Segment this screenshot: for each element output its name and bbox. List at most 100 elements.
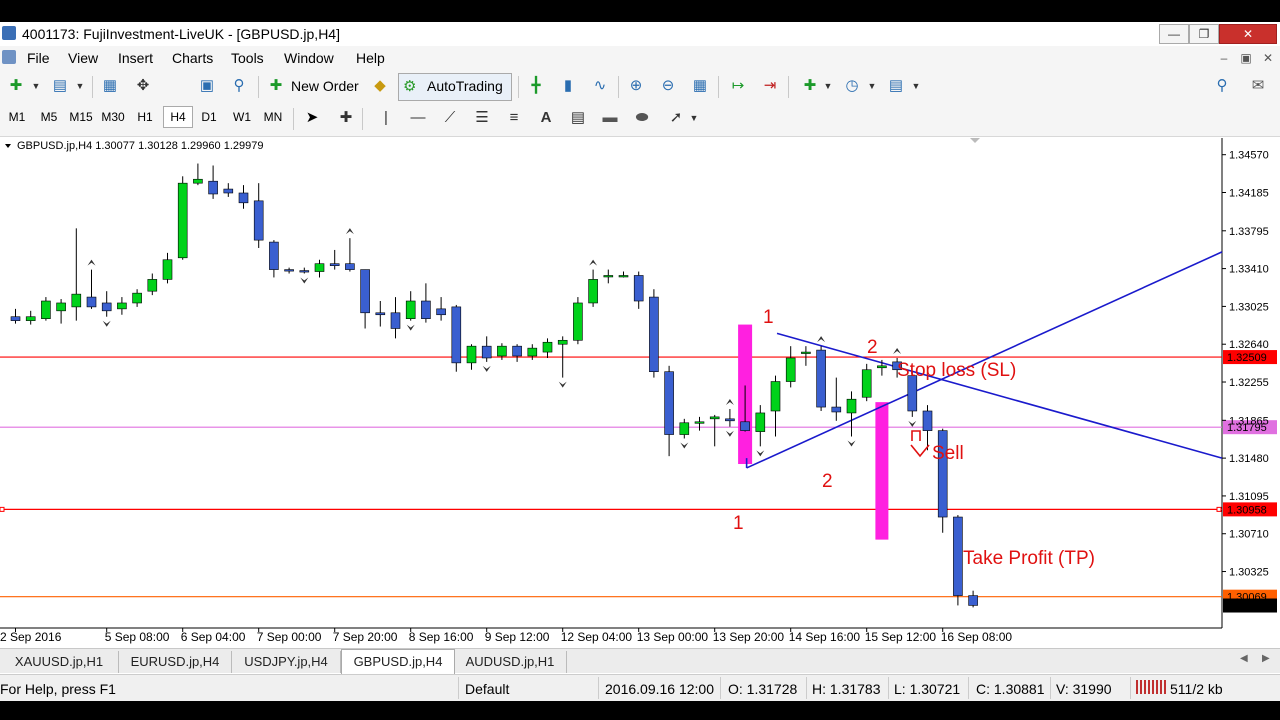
price-chart[interactable]: 1.325091.317951.309581.30069 1.345701.34… [0,138,1280,646]
timeframes-toolbar: M1 M5 M15 M30 H1 H4 D1 W1 MN ➤ ✚ | — ⟋ ☰… [0,102,1280,137]
tf-mn[interactable]: MN [259,110,287,124]
tab-usdjpy[interactable]: USDJPY.jp,H4 [232,651,341,673]
autotrading-button[interactable]: ⚙ AutoTrading [398,73,512,101]
x-tick-label: 14 Sep 16:00 [789,630,861,644]
terminal-icon[interactable]: ▣ [197,76,217,96]
templates-icon[interactable]: ▤ [886,76,906,96]
close-icon[interactable]: ✕ [1219,24,1277,44]
tf-h4[interactable]: H4 [163,106,193,128]
fractal-down-icon [908,420,917,427]
text-label-icon[interactable]: ▤ [568,108,588,128]
cursor-icon[interactable]: ➤ [302,108,322,128]
indicators-icon[interactable]: ✚ [800,76,820,96]
new-order-icon[interactable]: ✚ [266,76,286,96]
market-watch-icon[interactable]: ▦ [100,76,120,96]
status-high: H: 1.31783 [812,681,881,697]
rectangle-icon[interactable]: ▬ [600,108,620,128]
tf-m15[interactable]: M15 [67,110,95,124]
fractal-up-icon [893,347,902,354]
candle-body [953,516,963,596]
chart-window[interactable]: 1.32509 1.31795 1.30958 1.30069 1.34570 1.34… [0,138,1280,646]
menu-charts[interactable]: Charts [172,50,213,66]
periods-dropdown-icon[interactable]: ▼ [862,76,882,96]
candle-body [770,381,781,412]
tile-windows-icon[interactable]: ▦ [690,76,710,96]
tab-eurusd[interactable]: EURUSD.jp,H4 [119,651,232,673]
horizontal-line-icon[interactable]: — [408,108,428,128]
window-title: 4001173: FujiInvestment-LiveUK - [GBPUSD… [22,26,340,42]
menu-insert[interactable]: Insert [118,50,153,66]
menu-tools[interactable]: Tools [231,50,264,66]
metaeditor-icon[interactable]: ◆ [370,76,390,96]
mdi-restore-icon[interactable]: ▣ [1236,49,1256,67]
autoscroll-icon[interactable]: ↦ [728,76,748,96]
chat-icon[interactable]: ✉ [1248,76,1268,96]
minimize-icon[interactable]: — [1159,24,1189,44]
status-open: O: 1.31728 [728,681,798,697]
status-low: L: 1.30721 [894,681,961,697]
tabs-scroll-left-icon[interactable]: ◀ [1240,653,1248,664]
fractal-up-icon [87,259,96,266]
menu-help[interactable]: Help [356,50,385,66]
periods-icon[interactable]: ◷ [842,76,862,96]
zoom-out-icon[interactable]: ⊖ [658,76,678,96]
trendline-icon[interactable]: ⟋ [440,108,460,128]
candle-body [147,279,158,292]
profiles-dropdown-icon[interactable]: ▼ [70,76,90,96]
new-chart-dropdown-icon[interactable]: ▼ [26,76,46,96]
connection-status-icon[interactable] [1136,680,1166,694]
candle-body [557,339,568,345]
chart-shift-icon[interactable]: ⇥ [760,76,780,96]
strategy-tester-icon[interactable]: ⚲ [229,76,249,96]
fractal-down-icon [300,277,309,284]
templates-dropdown-icon[interactable]: ▼ [906,76,926,96]
status-close: C: 1.30881 [976,681,1045,697]
bar-chart-icon[interactable]: ╋ [526,76,546,96]
tf-m1[interactable]: M1 [3,110,31,124]
candle-body [117,302,127,310]
navigator-icon[interactable]: ✥ [133,76,153,96]
arrows-icon[interactable]: ➚ [666,108,686,128]
menu-file[interactable]: File [27,50,50,66]
equidistant-channel-icon[interactable]: ☰ [472,108,492,128]
menu-window[interactable]: Window [284,50,334,66]
restore-icon[interactable]: ❐ [1189,24,1219,44]
tabs-scroll-right-icon[interactable]: ▶ [1262,653,1270,664]
tab-xauusd[interactable]: XAUUSD.jp,H1 [0,651,119,673]
new-order-button[interactable]: New Order [291,78,359,94]
candle-body [861,369,872,398]
tab-gbpusd[interactable]: GBPUSD.jp,H4 [341,649,455,674]
candle-body [633,275,644,302]
zoom-in-icon[interactable]: ⊕ [626,76,646,96]
mdi-minimize-icon[interactable]: – [1214,49,1234,67]
line-chart-icon[interactable]: ∿ [590,76,610,96]
tf-m30[interactable]: M30 [99,110,127,124]
text-icon[interactable]: A [536,108,556,128]
candle-body [968,595,978,606]
y-tick-label: 1.33410 [1229,264,1269,276]
arrows-dropdown-icon[interactable]: ▼ [684,108,704,128]
candlesticks-icon[interactable]: ▮ [558,76,578,96]
status-traffic: 511/2 kb [1170,681,1223,697]
tf-w1[interactable]: W1 [228,110,256,124]
candle-body [481,345,492,359]
chart-header: GBPUSD.jp,H4 1.30077 1.30128 1.29960 1.2… [17,140,263,152]
vertical-line-icon[interactable]: | [376,108,396,128]
profiles-icon[interactable]: ▤ [50,76,70,96]
x-tick-label: 16 Sep 08:00 [941,630,1013,644]
candle-body [10,316,21,321]
tf-m5[interactable]: M5 [35,110,63,124]
candle-body [132,292,142,304]
search-icon[interactable]: ⚲ [1212,76,1232,96]
menu-view[interactable]: View [68,50,98,66]
fibonacci-icon[interactable]: ≡ [504,108,524,128]
mdi-close-icon[interactable]: ✕ [1258,49,1278,67]
tab-audusd[interactable]: AUDUSD.jp,H1 [454,651,567,673]
tf-d1[interactable]: D1 [195,110,223,124]
crosshair-icon[interactable]: ✚ [336,108,356,128]
chart-shift-marker-icon [970,138,980,143]
new-chart-icon[interactable]: ✚ [6,76,26,96]
tf-h1[interactable]: H1 [131,110,159,124]
indicators-dropdown-icon[interactable]: ▼ [818,76,838,96]
ellipse-icon[interactable]: ⬬ [632,108,652,128]
